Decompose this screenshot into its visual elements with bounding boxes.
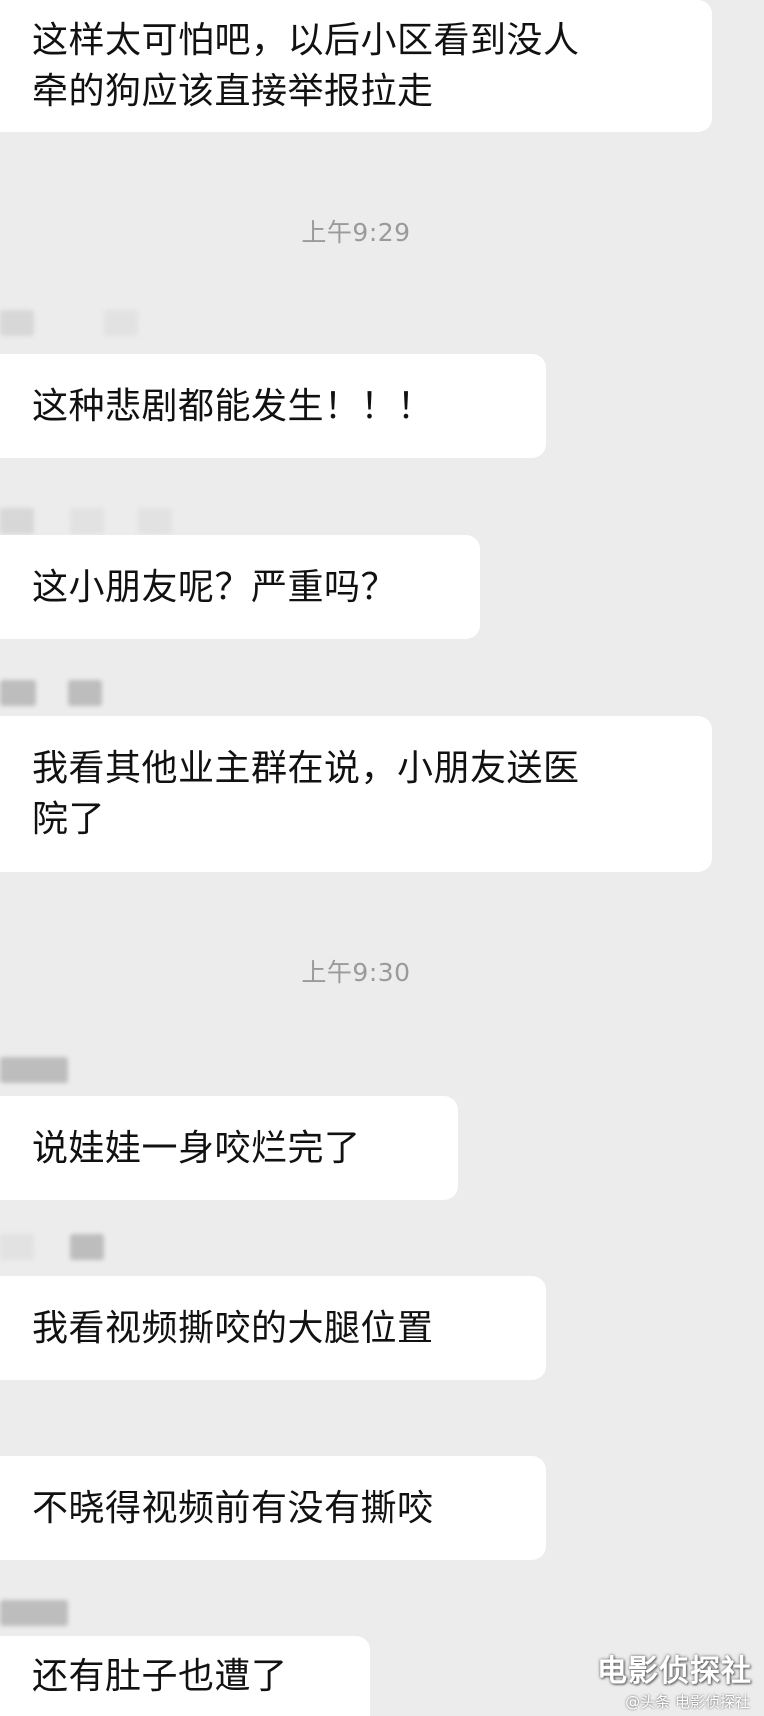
message-bubble[interactable]: 说娃娃一身咬烂完了 (0, 1096, 458, 1200)
message-bubble[interactable]: 这样太可怕吧，以后小区看到没人 牵的狗应该直接举报拉走 (0, 0, 712, 132)
message-timestamp: 上午9:29 (301, 218, 411, 247)
message-bubble[interactable]: 这种悲剧都能发生！！！ (0, 354, 546, 458)
message-text: 这小朋友呢？严重吗？ (32, 566, 398, 608)
sender-name-redacted (0, 310, 34, 336)
message-text: 说娃娃一身咬烂完了 (32, 1127, 361, 1169)
sender-name-redacted (70, 1234, 104, 1260)
sender-name-redacted (0, 680, 36, 706)
message-text: 我看视频撕咬的大腿位置 (32, 1307, 434, 1349)
sender-name-redacted (0, 1057, 68, 1083)
message-text: 我看其他业主群在说，小朋友送医 院了 (32, 748, 580, 840)
message-text: 这样太可怕吧，以后小区看到没人 牵的狗应该直接举报拉走 (32, 20, 580, 112)
message-timestamp: 上午9:30 (301, 958, 411, 987)
message-text: 不晓得视频前有没有撕咬 (32, 1487, 434, 1529)
chat-history: 这样太可怕吧，以后小区看到没人 牵的狗应该直接举报拉走 上午9:29 这种悲剧都… (0, 0, 764, 1716)
message-bubble[interactable]: 不晓得视频前有没有撕咬 (0, 1456, 546, 1560)
sender-name-redacted (68, 680, 102, 706)
sender-name-redacted (0, 508, 34, 534)
sender-name-redacted (104, 310, 138, 336)
sender-name-redacted (0, 1600, 68, 1626)
message-text: 这种悲剧都能发生！！！ (32, 385, 434, 427)
message-bubble[interactable]: 这小朋友呢？严重吗？ (0, 535, 480, 639)
message-text: 还有肚子也遭了 (32, 1655, 288, 1697)
sender-name-redacted (0, 1234, 34, 1260)
message-bubble[interactable]: 我看视频撕咬的大腿位置 (0, 1276, 546, 1380)
sender-name-redacted (138, 508, 172, 534)
message-bubble[interactable]: 我看其他业主群在说，小朋友送医 院了 (0, 716, 712, 872)
watermark-logo: 电影侦探社 (597, 1654, 752, 1689)
message-bubble[interactable]: 还有肚子也遭了 (0, 1636, 370, 1716)
watermark-handle: @头条 电影侦探社 (625, 1693, 750, 1711)
sender-name-redacted (70, 508, 104, 534)
